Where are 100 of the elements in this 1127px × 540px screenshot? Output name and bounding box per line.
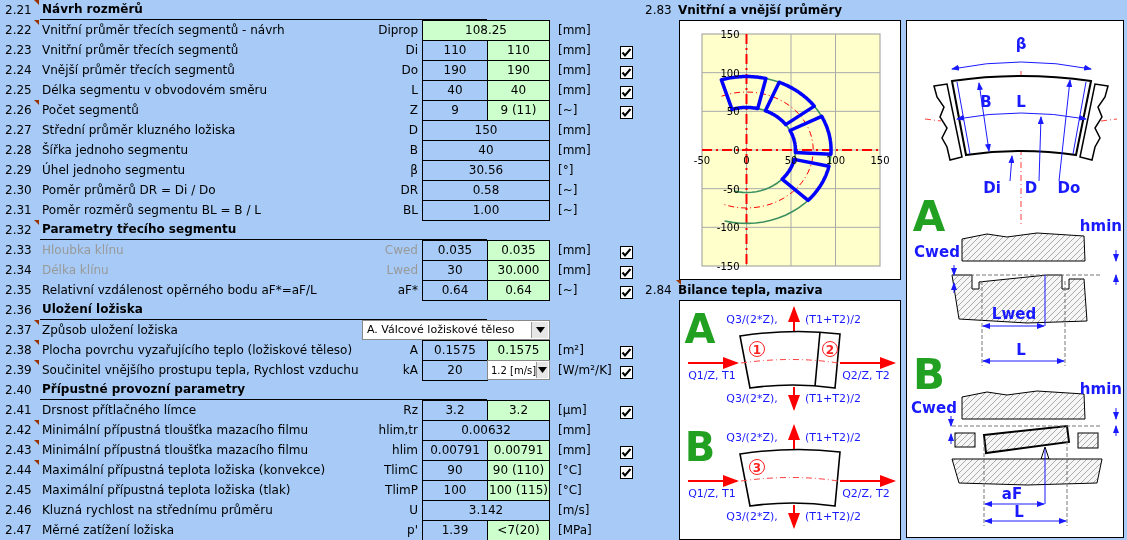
value-cell: 3.142 (422, 500, 550, 521)
unit-label: [mm] (557, 242, 592, 258)
checkbox[interactable] (620, 346, 633, 359)
axis-tick-label: 0 (733, 145, 740, 156)
checkbox[interactable] (620, 86, 633, 99)
unit-label: [~] (557, 282, 579, 298)
value-cell: 0.64 (422, 280, 488, 301)
row-label: Minimální přípustná tloušťka mazacího filmu (41, 442, 310, 458)
row-number: 2.27 (4, 122, 33, 139)
row-label: Délka klínu (41, 262, 110, 278)
input-cell[interactable]: 100 (115) (487, 480, 550, 501)
row-label: Minimální přípustná tloušťka mazacího filmu (41, 422, 310, 438)
symbol-label: L (410, 82, 419, 98)
row-label: Relativní vzdálenost opěrného bodu aF*=aF/L (41, 282, 318, 298)
row-number: 2.32 (0, 220, 40, 240)
outlet-arrow (839, 475, 896, 487)
row-number: 2.28 (4, 142, 33, 159)
input-cell[interactable]: 0.1575 (487, 340, 550, 361)
input-cell[interactable]: 90 (110) (487, 460, 550, 481)
row-number: 2.26 (0, 100, 40, 120)
input-cell[interactable]: <7(20) (487, 520, 550, 540)
input-cell[interactable]: 9 (11) (487, 100, 550, 121)
unit-label: [mm] (557, 22, 592, 38)
section-heading: Vnitřní a vnější průměry (678, 2, 843, 19)
section-number: 2.84 (644, 282, 673, 299)
unit-label: [~] (557, 182, 579, 198)
row-label: Plocha povrchu vyzařujícího teplo (ložiskové těleso) (41, 342, 354, 358)
row-number: 2.38 (0, 340, 40, 360)
row-label: Délka segmentu v obvodovém směru (41, 82, 269, 98)
flow-label: Q3/(2*Z), (726, 431, 778, 444)
checkbox[interactable] (620, 66, 633, 79)
inlet-arrow (687, 475, 739, 487)
unit-label: [mm] (557, 442, 592, 458)
input-cell[interactable]: 0.00791 (487, 440, 550, 461)
row-number: 2.47 (4, 522, 33, 539)
checkbox[interactable] (620, 46, 633, 59)
input-cell[interactable]: 40 (487, 80, 550, 101)
row-number: 2.39 (0, 360, 40, 380)
symbol-label: β (409, 162, 419, 178)
flow-label: Q1/Z, T1 (688, 487, 736, 500)
checkbox[interactable] (620, 286, 633, 299)
checkbox[interactable] (620, 106, 633, 119)
symbol-label: Lwed (385, 262, 419, 278)
row-label: Způsob uložení ložiska (41, 322, 179, 338)
zone-marker: 1 (749, 341, 765, 357)
value-cell: 1.00 (422, 200, 550, 221)
row-label: Vnitřní průměr třecích segmentů (41, 42, 240, 58)
segment-outline (763, 80, 817, 127)
input-cell[interactable]: 108.25 (422, 20, 550, 41)
unit-label: [mm] (557, 122, 592, 138)
symbol-label: DR (399, 182, 419, 198)
dimension-label: B (980, 93, 992, 111)
unit-label: [°C] (557, 462, 583, 478)
unit-label: [mm] (557, 142, 592, 158)
dropdown[interactable]: 1.2 [m/s] (487, 360, 550, 380)
heat-flow-arrow (788, 504, 800, 529)
comment-marker (34, 340, 39, 345)
value-cell: 0.00632 (422, 420, 550, 441)
dimension-label: hmin (1079, 380, 1122, 398)
flow-label: Q2/Z, T2 (842, 369, 890, 382)
symbol-label: Do (400, 62, 419, 78)
value-cell: 40 (422, 140, 550, 161)
input-cell[interactable]: 190 (487, 60, 550, 81)
input-cell[interactable]: 3.2 (487, 400, 550, 421)
temperature-label: (T1+T2)/2 (805, 392, 861, 405)
symbol-label: BL (402, 202, 419, 218)
unit-label: [~] (557, 202, 579, 218)
checkbox[interactable] (620, 466, 633, 479)
inlet-arrow (687, 357, 739, 369)
dimension-label: L (1014, 503, 1024, 521)
heat-flow-arrow (788, 306, 800, 333)
input-cell[interactable]: 110 (487, 40, 550, 61)
heat-flow-arrow (788, 424, 800, 451)
symbol-label: D (407, 122, 419, 138)
symbol-label: Z (408, 102, 419, 118)
dimension-label: Cwed (911, 399, 957, 417)
symbol-label: TlimC (382, 462, 419, 478)
row-number: 2.23 (4, 42, 33, 59)
checkbox[interactable] (620, 366, 633, 379)
symbol-label: aF* (396, 282, 419, 298)
row-label: Úhel jednoho segmentu (41, 161, 187, 178)
checkbox[interactable] (620, 446, 633, 459)
flow-label: Q3/(2*Z), (726, 392, 778, 405)
unit-label: [mm] (557, 62, 592, 78)
value-cell: 30.56 (422, 160, 550, 181)
row-number: 2.35 (4, 282, 33, 299)
dropdown[interactable]: A. Válcové ložiskové těleso (362, 320, 550, 340)
axis-tick-label: 0 (743, 155, 750, 166)
unit-label: [m²] (557, 342, 585, 358)
unit-label: [mm] (557, 42, 592, 58)
input-cell[interactable]: 0.64 (487, 280, 550, 301)
row-label: Poměr průměrů DR = Di / Do (41, 182, 217, 198)
value-cell: 0.58 (422, 180, 550, 201)
axis-tick-label: -50 (693, 155, 711, 166)
row-label: Maximální přípustná teplota ložiska (konvekce) (41, 462, 327, 478)
checkbox[interactable] (620, 406, 633, 419)
dimension-label: Di (983, 179, 1001, 197)
dimension-label: hmin (1079, 217, 1122, 235)
row-label: Počet segmentů (41, 102, 140, 118)
row-label: Drsnost přítlačného límce (41, 402, 198, 418)
